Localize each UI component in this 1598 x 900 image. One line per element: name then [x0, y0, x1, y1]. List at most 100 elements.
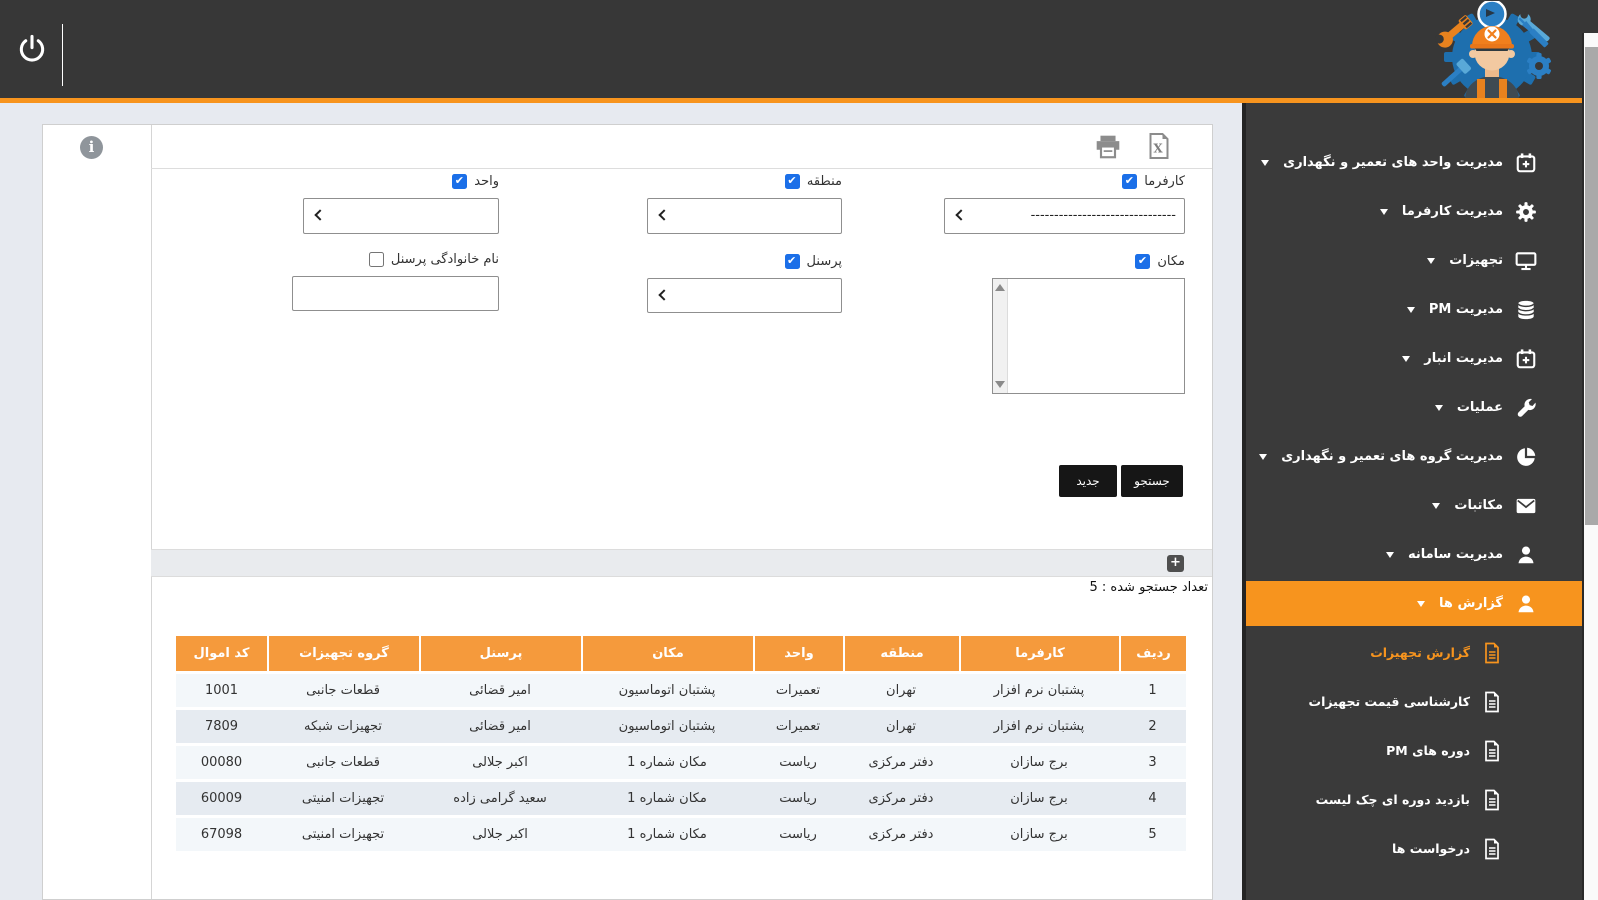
- sidebar-subitem-pm-periods[interactable]: دوره های PM: [1246, 726, 1582, 775]
- sidebar-item-operations[interactable]: عملیات: [1246, 383, 1582, 432]
- sidebar-item-label: تجهیزات: [1449, 253, 1503, 268]
- cell-personnel: اکبر جلالی: [419, 746, 581, 782]
- location-listbox[interactable]: [992, 278, 1185, 394]
- col-header-asset-code: کد اموال: [176, 636, 267, 674]
- cell-equipment-group: تجهیزات امنیتی: [267, 782, 419, 818]
- search-button[interactable]: جستجو: [1121, 465, 1183, 497]
- cell-location: پشتبان اتوماسیون: [581, 710, 753, 746]
- cell-region: تهران: [843, 674, 959, 710]
- user-icon: [1515, 593, 1537, 615]
- cell-row-number: 2: [1119, 710, 1186, 746]
- user-icon: [1515, 544, 1537, 566]
- sidebar-item-maintenance-groups[interactable]: مدیریت گروه های تعمیر و نگهداری: [1246, 432, 1582, 481]
- cell-location: پشتبان اتوماسیون: [581, 674, 753, 710]
- employer-select[interactable]: -------------------------------: [944, 198, 1185, 234]
- add-icon[interactable]: +: [1167, 555, 1184, 572]
- cell-region: دفتر مرکزی: [843, 746, 959, 782]
- sidebar-item-label: مدیریت واحد های تعمیر و نگهداری: [1283, 155, 1503, 170]
- chevron-down-icon: [1259, 454, 1267, 460]
- table-row: 2پشتبان نرم افزارتهرانتعمیراتپشتبان اتوم…: [176, 710, 1186, 746]
- personnel-lastname-label-text: نام خانوادگی پرسنل: [391, 252, 499, 267]
- cell-equipment-group: قطعات جانبی: [267, 674, 419, 710]
- cell-employer: برج سازان: [959, 746, 1119, 782]
- cell-asset-code: 00080: [176, 746, 267, 782]
- cell-row-number: 3: [1119, 746, 1186, 782]
- cell-row-number: 5: [1119, 818, 1186, 854]
- chevron-down-icon: [1261, 160, 1269, 166]
- monitor-icon: [1515, 250, 1537, 272]
- excel-export-icon[interactable]: X: [1147, 132, 1171, 160]
- sidebar-item-maintenance-units[interactable]: مدیریت واحد های تعمیر و نگهداری: [1246, 138, 1582, 187]
- location-field-label: مکان: [1135, 254, 1185, 269]
- personnel-lastname-checkbox[interactable]: [369, 252, 384, 267]
- document-icon: [1482, 642, 1502, 664]
- cell-employer: برج سازان: [959, 782, 1119, 818]
- sidebar-subitem-requests[interactable]: درخواست ها: [1246, 824, 1582, 873]
- svg-text:X: X: [1153, 142, 1163, 156]
- sidebar-item-equipment[interactable]: تجهیزات: [1246, 236, 1582, 285]
- cell-region: دفتر مرکزی: [843, 782, 959, 818]
- location-label-text: مکان: [1157, 254, 1185, 269]
- cell-asset-code: 7809: [176, 710, 267, 746]
- personnel-select[interactable]: [647, 278, 842, 313]
- sidebar-item-employer-management[interactable]: مدیریت کارفرما: [1246, 187, 1582, 236]
- header-accent-stripe: [0, 98, 1582, 103]
- personnel-field-label: پرسنل: [785, 254, 842, 269]
- region-label-text: منطقه: [807, 174, 842, 189]
- sidebar-subitem-periodic-checklist-visit[interactable]: بازدید دوره ای چک لیست: [1246, 775, 1582, 824]
- col-header-employer: کارفرما: [959, 636, 1119, 674]
- sidebar-subitem-equipment-price-appraisal[interactable]: کارشناسی قیمت تجهیزات: [1246, 677, 1582, 726]
- region-field-label: منطقه: [785, 174, 842, 189]
- new-button[interactable]: جدید: [1059, 465, 1117, 497]
- col-header-equipment-group: گروه تجهیزات: [267, 636, 419, 674]
- sidebar-item-label: مدیریت سامانه: [1408, 547, 1503, 562]
- table-row: 4برج سازاندفتر مرکزیریاستمکان شماره 1سعی…: [176, 782, 1186, 818]
- region-select[interactable]: [647, 198, 842, 234]
- sidebar-item-system-management[interactable]: مدیریت سامانه: [1246, 530, 1582, 579]
- cell-asset-code: 60009: [176, 782, 267, 818]
- cell-personnel: امیر قضائی: [419, 674, 581, 710]
- calendar-plus-icon: [1515, 348, 1537, 370]
- sidebar-item-label: عملیات: [1457, 400, 1503, 415]
- info-icon[interactable]: i: [80, 136, 103, 159]
- cell-unit: ریاست: [753, 782, 843, 818]
- cell-personnel: اکبر جلالی: [419, 818, 581, 854]
- region-checkbox[interactable]: [785, 174, 800, 189]
- table-row: 1پشتبان نرم افزارتهرانتعمیراتپشتبان اتوم…: [176, 674, 1186, 710]
- database-icon: [1515, 299, 1537, 321]
- sidebar-subitem-equipment-report[interactable]: گزارش تجهیزات: [1246, 628, 1582, 677]
- print-icon[interactable]: [1094, 134, 1122, 160]
- chevron-down-icon: [1386, 552, 1394, 558]
- sidebar-subitem-label: درخواست ها: [1392, 841, 1470, 856]
- sidebar-item-reports[interactable]: گزارش ها: [1246, 581, 1582, 626]
- document-icon: [1482, 740, 1502, 762]
- employer-label-text: کارفرما: [1144, 174, 1185, 189]
- scroll-up-icon[interactable]: [995, 284, 1005, 291]
- sidebar-subitem-label: بازدید دوره ای چک لیست: [1316, 792, 1470, 807]
- unit-select[interactable]: [303, 198, 499, 234]
- sidebar-item-pm-management[interactable]: مدیریت PM: [1246, 285, 1582, 334]
- chevron-down-icon: [1427, 258, 1435, 264]
- location-listbox-scrollbar[interactable]: [993, 279, 1008, 393]
- employer-checkbox[interactable]: [1122, 174, 1137, 189]
- chevron-down-icon: [1407, 307, 1415, 313]
- cell-location: مکان شماره 1: [581, 746, 753, 782]
- wrench-icon: [1515, 397, 1537, 419]
- personnel-lastname-input[interactable]: [292, 276, 499, 311]
- sidebar-item-label: مدیریت PM: [1429, 302, 1503, 317]
- scrollbar-thumb[interactable]: [1585, 47, 1598, 525]
- power-icon[interactable]: [16, 33, 48, 65]
- cell-employer: برج سازان: [959, 818, 1119, 854]
- sidebar-item-correspondence[interactable]: مکاتبات: [1246, 481, 1582, 530]
- unit-checkbox[interactable]: [452, 174, 467, 189]
- panel-column-divider: [151, 125, 152, 899]
- cell-personnel: سعید گرامی زاده: [419, 782, 581, 818]
- cell-employer: پشتبان نرم افزار: [959, 674, 1119, 710]
- scroll-down-icon[interactable]: [995, 381, 1005, 388]
- location-checkbox[interactable]: [1135, 254, 1150, 269]
- sidebar-item-warehouse-management[interactable]: مدیریت انبار: [1246, 334, 1582, 383]
- sidebar-item-label: مدیریت گروه های تعمیر و نگهداری: [1281, 449, 1503, 464]
- cell-location: مکان شماره 1: [581, 818, 753, 854]
- cell-asset-code: 67098: [176, 818, 267, 854]
- personnel-checkbox[interactable]: [785, 254, 800, 269]
